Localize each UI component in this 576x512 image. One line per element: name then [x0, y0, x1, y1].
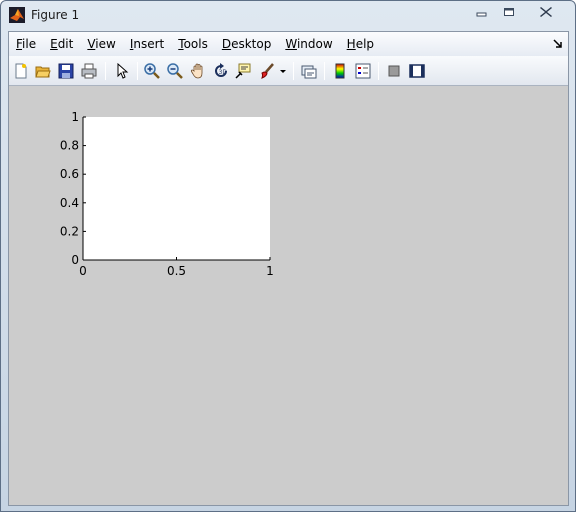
menu-file[interactable]: File [9, 32, 43, 56]
print-button[interactable] [79, 61, 99, 81]
figure-canvas[interactable]: 0 0.5 1 0 0.2 0.4 0.6 0.8 1 [9, 86, 568, 505]
data-cursor-button[interactable] [233, 61, 253, 81]
open-file-button[interactable] [33, 61, 53, 81]
menu-bar: File Edit View Insert Tools Desktop Wind… [9, 32, 568, 56]
axes-plot[interactable]: 0 0.5 1 0 0.2 0.4 0.6 0.8 1 [9, 86, 568, 505]
show-plot-tools-icon [409, 64, 425, 78]
save-button[interactable] [56, 61, 76, 81]
data-cursor-icon [235, 63, 251, 79]
brush-dropdown-icon [280, 70, 286, 73]
zoom-in-button[interactable] [142, 61, 162, 81]
x-tick-label: 0 [79, 264, 87, 278]
toolbar-separator [378, 62, 379, 80]
maximize-icon [504, 8, 514, 16]
maximize-button[interactable] [496, 3, 522, 21]
y-tick-label: 0.6 [60, 167, 79, 181]
new-figure-button[interactable] [11, 61, 31, 81]
new-figure-icon [15, 63, 27, 79]
open-file-icon [35, 66, 51, 78]
toolbar-separator [137, 62, 138, 80]
x-tick-label: 0.5 [167, 264, 186, 278]
minimize-icon [476, 12, 487, 17]
zoom-out-icon [167, 63, 183, 79]
zoom-in-icon [144, 63, 160, 79]
toolbar-separator [105, 62, 106, 80]
brush-dropdown-button[interactable] [277, 61, 289, 81]
save-icon [58, 63, 74, 79]
menu-edit[interactable]: Edit [43, 32, 80, 56]
insert-legend-button[interactable] [353, 61, 373, 81]
show-plot-tools-button[interactable] [407, 61, 427, 81]
edit-plot-arrow-icon [117, 63, 129, 79]
link-plot-button[interactable] [299, 61, 319, 81]
toolbar-separator [324, 62, 325, 80]
pan-hand-icon [190, 63, 203, 79]
figure-window: Figure 1 File Edit View Insert Tools Des… [0, 0, 576, 512]
legend-icon [355, 63, 371, 79]
figure-client-area: File Edit View Insert Tools Desktop Wind… [8, 31, 569, 506]
y-tick-label: 0.2 [60, 224, 79, 238]
link-plot-icon [301, 65, 317, 79]
menu-view[interactable]: View [80, 32, 122, 56]
menu-window[interactable]: Window [278, 32, 339, 56]
svg-text:3D: 3D [219, 69, 228, 76]
menu-insert[interactable]: Insert [123, 32, 171, 56]
toolbar-separator [293, 62, 294, 80]
y-tick-label: 0.4 [60, 196, 79, 210]
close-button[interactable] [529, 3, 563, 21]
rotate-3d-button[interactable]: 3D [211, 61, 231, 81]
x-tick-label: 1 [266, 264, 274, 278]
y-tick-label: 1 [71, 110, 79, 124]
menu-desktop[interactable]: Desktop [215, 32, 279, 56]
dock-arrow-icon[interactable] [552, 38, 564, 50]
brush-button[interactable] [257, 61, 277, 81]
brush-icon [261, 63, 274, 79]
figure-toolbar: 3D [9, 56, 568, 86]
print-icon [81, 63, 97, 79]
rotate-3d-icon: 3D [215, 63, 228, 77]
insert-colorbar-button[interactable] [330, 61, 350, 81]
menu-help[interactable]: Help [340, 32, 381, 56]
window-title: Figure 1 [31, 8, 80, 22]
hide-plot-tools-button[interactable] [384, 61, 404, 81]
menu-tools[interactable]: Tools [171, 32, 215, 56]
title-bar[interactable]: Figure 1 [1, 1, 575, 31]
hide-plot-tools-icon [388, 65, 400, 77]
minimize-button[interactable] [469, 3, 495, 21]
zoom-out-button[interactable] [165, 61, 185, 81]
pan-button[interactable] [188, 61, 208, 81]
matlab-logo-icon [9, 7, 25, 23]
y-tick-label: 0.8 [60, 139, 79, 153]
close-icon [540, 7, 552, 17]
edit-plot-button[interactable] [112, 61, 132, 81]
y-tick-label: 0 [71, 253, 79, 267]
axes-background [83, 117, 270, 260]
colorbar-icon [335, 63, 345, 79]
